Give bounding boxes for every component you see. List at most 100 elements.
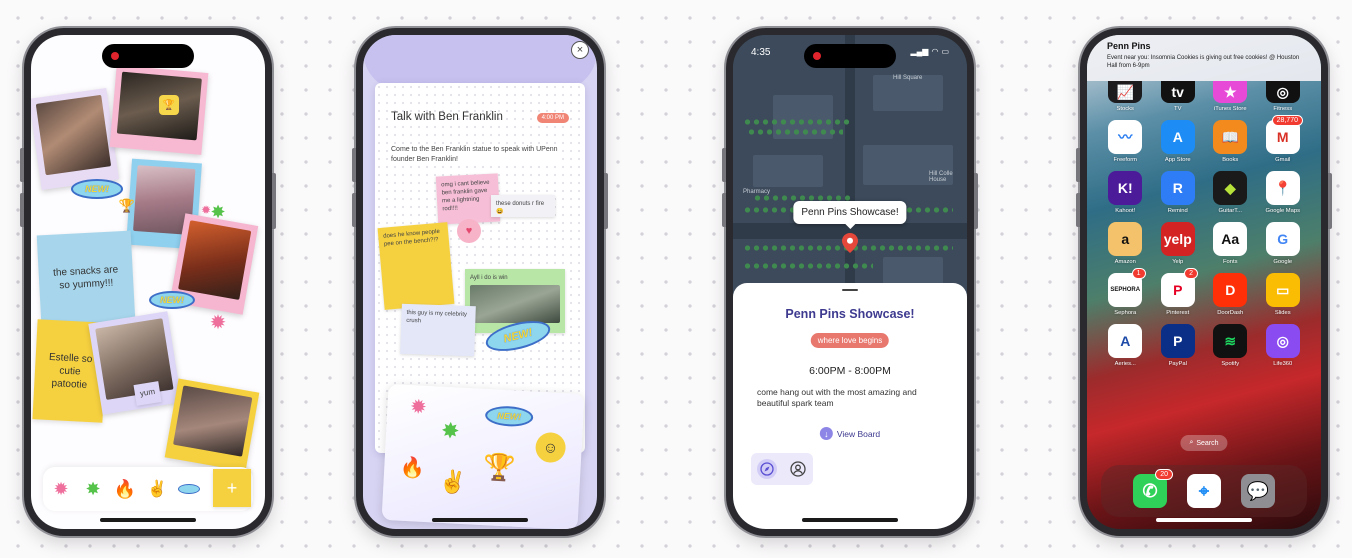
app-paypal[interactable]: P PayPal xyxy=(1152,324,1205,367)
map-block xyxy=(753,155,823,187)
sticky-note[interactable]: these donuts r fire 😄 xyxy=(491,195,555,217)
burst-sticker-option[interactable]: ✹ xyxy=(49,477,73,501)
app-grid: 📈 Stocks tv TV ★ iTunes Store ◎ Fitness 〰 Freefor… xyxy=(1099,81,1309,367)
app-guitart[interactable]: ◆ GuitarT... xyxy=(1204,171,1257,214)
app-aeries[interactable]: A Aeries... xyxy=(1099,324,1152,367)
view-board-label: View Board xyxy=(836,428,881,439)
app-pinterest[interactable]: P 2 Pinterest xyxy=(1152,268,1205,316)
dock-app-phone[interactable]: ✆ 20 xyxy=(1133,469,1173,508)
app-tv[interactable]: tv TV xyxy=(1152,81,1205,112)
app-spotify[interactable]: ≋ Spotify xyxy=(1204,324,1257,367)
map-label: Hill Colle House xyxy=(929,171,953,183)
burst-sticker[interactable]: ✹ xyxy=(207,311,229,334)
app-stocks[interactable]: 📈 Stocks xyxy=(1099,81,1152,112)
app-sephora[interactable]: SEPHORA 1 Sephora xyxy=(1099,268,1152,316)
app-app-store[interactable]: A App Store xyxy=(1152,120,1205,163)
app-label: Yelp xyxy=(1172,259,1184,265)
burst-sticker[interactable]: ✹ xyxy=(407,395,430,419)
app-google[interactable]: G Google xyxy=(1257,222,1310,265)
wifi-icon: ◠ xyxy=(931,47,939,56)
search-label: Search xyxy=(1196,439,1219,447)
app-label: Google xyxy=(1273,259,1293,265)
battery-icon: ▭ xyxy=(941,47,949,56)
trophy-sticker[interactable]: 🏆 xyxy=(119,197,135,215)
app-label: GuitarT... xyxy=(1218,208,1242,214)
phone-side-button xyxy=(272,173,276,229)
app-label: Freeform xyxy=(1113,157,1137,163)
app-remind[interactable]: R Remind xyxy=(1152,171,1205,214)
app-itunes-store[interactable]: ★ iTunes Store xyxy=(1204,81,1257,112)
map-label: Pharmacy xyxy=(743,189,771,195)
new-sticker[interactable]: NEW! xyxy=(484,405,534,428)
spotify-icon: ≋ xyxy=(1213,324,1248,358)
app-label: Stocks xyxy=(1116,106,1134,112)
app-books[interactable]: 📖 Books xyxy=(1204,120,1257,163)
books-icon: 📖 xyxy=(1213,120,1248,154)
app-fonts[interactable]: Aa Fonts xyxy=(1204,222,1257,265)
app-label: Books xyxy=(1222,157,1239,163)
app-gmail[interactable]: M 28,770 Gmail xyxy=(1257,115,1310,163)
star-sticker-option[interactable]: ✸ xyxy=(81,477,105,501)
notification-badge: 2 xyxy=(1184,268,1198,279)
app-google-maps[interactable]: 📍 Google Maps xyxy=(1257,171,1310,214)
trophy-sticker[interactable]: 🏆 xyxy=(159,95,179,115)
new-sticker[interactable]: NEW! xyxy=(71,179,123,199)
push-notification[interactable]: Penn Pins Event near you: Insomnia Cooki… xyxy=(1087,35,1321,81)
close-button[interactable]: × xyxy=(571,41,589,59)
fire-sticker-option[interactable]: 🔥 xyxy=(113,477,137,501)
view-board-button[interactable]: ↓ View Board xyxy=(819,427,881,440)
fonts-icon: Aa xyxy=(1213,222,1248,256)
freeform-icon: 〰 xyxy=(1108,120,1143,154)
photo-polaroid[interactable] xyxy=(31,88,120,190)
sticky-note[interactable]: the snacks are so yummy!!! xyxy=(36,230,136,326)
dock-app-safari[interactable]: ⌖ xyxy=(1187,474,1221,508)
sticky-note[interactable]: does he know people pee on the bench?!? xyxy=(377,222,455,310)
map-pin-icon[interactable] xyxy=(842,233,858,253)
app-freeform[interactable]: 〰 Freeform xyxy=(1099,120,1152,163)
app-label: PayPal xyxy=(1168,361,1187,367)
app-label: Fonts xyxy=(1223,259,1238,265)
event-tag: where love begins xyxy=(810,333,890,348)
app-amazon[interactable]: a Amazon xyxy=(1099,222,1152,265)
search-icon: ⌕ xyxy=(1189,439,1194,446)
app-label: App Store xyxy=(1164,157,1191,163)
smiley-sticker[interactable]: ☺ xyxy=(534,431,567,464)
profile-icon[interactable] xyxy=(788,459,808,479)
trophy-sticker[interactable]: 🏆 xyxy=(482,449,518,485)
sticky-note[interactable]: this guy is my celebrity crush xyxy=(400,303,476,357)
search-button[interactable]: ⌕ Search xyxy=(1180,435,1228,451)
app-store-icon: A xyxy=(1160,120,1195,154)
phone-side-button xyxy=(604,173,608,229)
add-note-button[interactable]: + xyxy=(213,469,251,507)
new-sticker[interactable]: NEW! xyxy=(149,291,195,309)
app-label: Fitness xyxy=(1273,106,1293,112)
fire-sticker[interactable]: 🔥 xyxy=(399,455,425,480)
app-kahoot[interactable]: K! Kahoot! xyxy=(1099,171,1152,214)
tv-icon: tv xyxy=(1160,81,1195,103)
dock-app-messages[interactable]: 💬 xyxy=(1241,474,1275,508)
hand-sticker-option[interactable]: ✌ xyxy=(145,477,169,501)
star-sticker[interactable]: ✸ xyxy=(438,418,463,444)
new-sticker-option[interactable] xyxy=(177,477,201,501)
app-fitness[interactable]: ◎ Fitness xyxy=(1257,81,1310,112)
paypal-icon: P xyxy=(1160,324,1195,358)
event-bottom-sheet: Penn Pins Showcase! where love begins 6:… xyxy=(733,283,967,529)
app-doordash[interactable]: D DoorDash xyxy=(1204,273,1257,316)
app-label: Pinterest xyxy=(1166,310,1190,316)
map-screen: Hill Square Hill Colle House Pharmacy 4:… xyxy=(733,35,967,529)
app-label: iTunes Store xyxy=(1213,106,1247,112)
app-slides[interactable]: ▭ Slides xyxy=(1257,273,1310,316)
heart-sticker[interactable]: ♥ xyxy=(457,219,481,243)
guitart-icon: ◆ xyxy=(1213,171,1248,205)
map-pin-callout[interactable]: Penn Pins Showcase! xyxy=(793,201,907,224)
compass-icon[interactable] xyxy=(756,459,777,479)
photo-polaroid[interactable] xyxy=(164,378,260,472)
kahoot-icon: K! xyxy=(1108,171,1143,205)
phone-home-screen: Penn Pins Event near you: Insomnia Cooki… xyxy=(1076,28,1332,536)
sheet-grabber[interactable] xyxy=(842,289,858,291)
app-label: Gmail xyxy=(1275,157,1291,163)
app-yelp[interactable]: yelp Yelp xyxy=(1152,222,1205,265)
burst-sticker[interactable]: ✹ xyxy=(199,203,213,217)
app-life360[interactable]: ◎ Life360 xyxy=(1257,324,1310,367)
hand-sticker[interactable]: ✌ xyxy=(438,469,467,496)
